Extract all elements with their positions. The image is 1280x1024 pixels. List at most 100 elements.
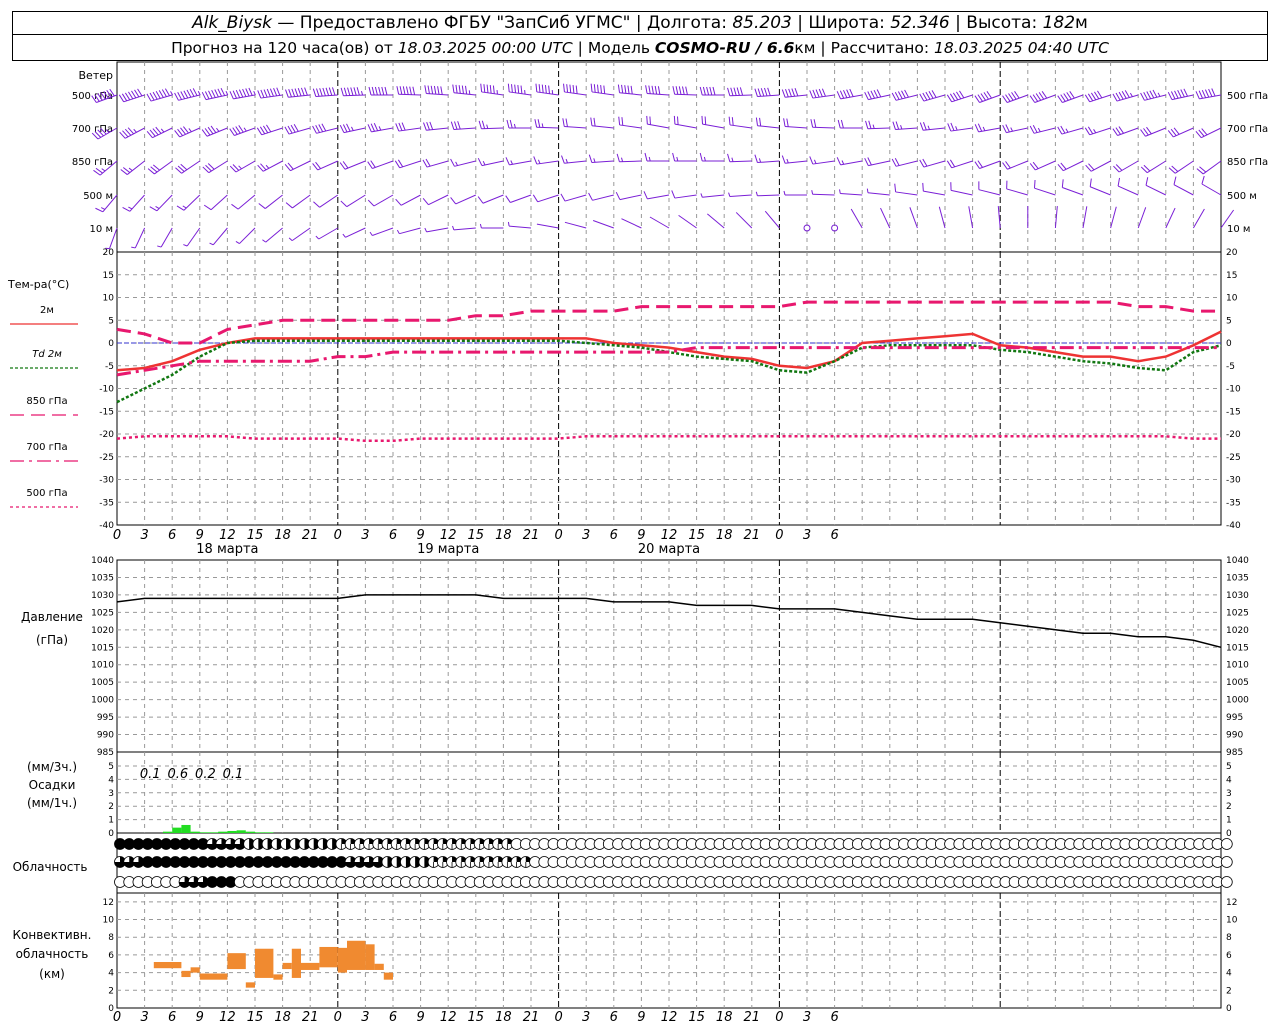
wind-feather [395,123,400,132]
wind-feather [511,84,513,93]
x-tick-label-bottom: 15 [247,1010,264,1024]
wind-barb [674,93,697,96]
wind-barb [183,194,201,211]
wind-feather [950,122,955,131]
prec-tick-left: 0 [108,829,114,839]
wind-feather [671,190,676,199]
wind-barb [371,127,394,133]
wind-feather [396,229,400,234]
prec-tick-left: 5 [108,762,114,772]
wind-barb [868,160,890,167]
wind-feather [507,221,510,227]
wind-feather [395,198,402,206]
wind-feather [505,157,510,166]
wind-feather [755,117,759,126]
wind-barb [345,227,366,238]
day-label: 18 марта [196,542,258,557]
legend-entry-label: 700 гПа [26,442,67,453]
wind-feather [867,91,872,100]
wind-feather [514,84,517,93]
cloud-symbol [1220,838,1233,850]
wind-feather [839,90,845,99]
wind-feather [412,86,416,95]
wind-feather [919,122,924,131]
wind-feather [1145,177,1149,186]
wind-barb [399,227,421,235]
wind-feather [455,161,458,166]
wind-feather [285,89,289,98]
wind-feather [353,87,357,96]
wind-feather [134,89,140,98]
wind-barb [372,227,394,236]
precip-bar [227,830,237,833]
wind-feather [262,239,267,243]
x-tick-label-bottom: 18 [274,1010,291,1024]
precip-bar [181,824,191,833]
wind-barb [481,91,504,96]
wind-barb [895,94,918,101]
wind-feather [325,87,330,96]
wind-barb [134,227,146,249]
wind-feather [841,160,845,165]
wind-barb [482,194,504,204]
wind-feather [588,192,593,201]
wind-feather [1143,92,1148,100]
wind-feather [316,88,320,97]
wind-feather [450,121,455,130]
pres-panel-unit: (гПа) [36,633,68,647]
wind-feather [566,84,569,93]
wind-barb [186,227,201,247]
wind-feather [124,92,131,101]
wind-barb [1192,208,1205,229]
wind-feather [201,91,207,100]
pres-tick-right: 1020 [1226,626,1249,636]
wind-barb [398,93,421,96]
wind-barb [1006,127,1028,134]
temp-tick-right: -10 [1226,385,1241,395]
wind-feather [183,244,188,247]
wind-feather [458,85,461,94]
wind-feather [424,227,427,233]
wind-feather [248,87,253,96]
wind-feather [368,86,372,96]
wind-feather [872,124,875,129]
temp-tick-right: 10 [1226,294,1238,304]
wind-feather [813,159,817,164]
wind-feather [700,193,703,198]
wind-feather [367,199,375,207]
wind-feather [164,88,170,97]
wind-feather [231,203,239,210]
wind-feather [1060,125,1066,134]
wind-feather [273,88,278,97]
wind-level-label-right: 10 м [1227,224,1250,235]
wind-barb [649,216,670,229]
wind-feather [616,153,620,162]
wind-level-label-left: 500 м [83,191,113,202]
wind-feather [192,88,198,96]
conv-cloud-bar [347,940,366,970]
wind-feather [620,157,624,162]
wind-feather [538,84,541,93]
wind-feather [425,158,431,167]
wind-feather [423,122,427,131]
wind-barb [619,92,642,96]
wind-feather [318,124,324,133]
wind-feather [1087,126,1094,135]
wind-feather [288,89,292,98]
wind-feather [1084,94,1091,103]
wind-barb [536,223,559,229]
wind-barb [619,194,642,201]
pres-tick-right: 1000 [1226,696,1249,706]
wind-barb [373,194,394,207]
wind-feather [188,128,192,133]
x-tick-label-bottom: 12 [440,1010,457,1024]
temp-panel-label: Тем-ра(°C) [7,278,69,291]
wind-level-label-left: 850 гПа [72,157,113,168]
wind-feather [1115,92,1121,101]
wind-barb [592,194,614,201]
temp-tick-left: -30 [99,476,114,486]
wind-feather [343,87,348,96]
wind-barb [764,210,780,229]
wind-feather [646,115,648,125]
wind-feather [1146,91,1152,100]
